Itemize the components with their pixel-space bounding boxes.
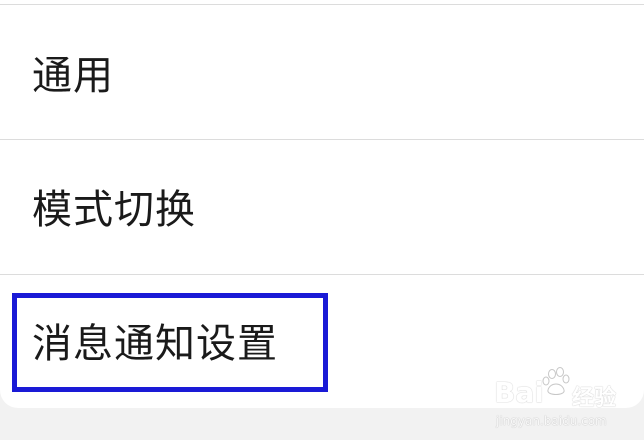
watermark-brand-cn: 经验 xyxy=(572,386,617,411)
baidu-jingyan-watermark: Bai 经验 jingyan.baidu.com xyxy=(494,366,634,436)
highlight-box xyxy=(12,293,328,392)
settings-screen: 通用 模式切换 消息通知设置 Bai 经验 jingyan.baidu.com xyxy=(0,0,644,440)
settings-item-label: 模式切换 xyxy=(32,187,196,233)
settings-item-general[interactable]: 通用 xyxy=(0,5,644,139)
watermark-url: jingyan.baidu.com xyxy=(496,414,607,428)
settings-item-label: 通用 xyxy=(32,53,114,99)
watermark-brand: Bai xyxy=(494,376,544,409)
settings-item-mode-switch[interactable]: 模式切换 xyxy=(0,140,644,274)
